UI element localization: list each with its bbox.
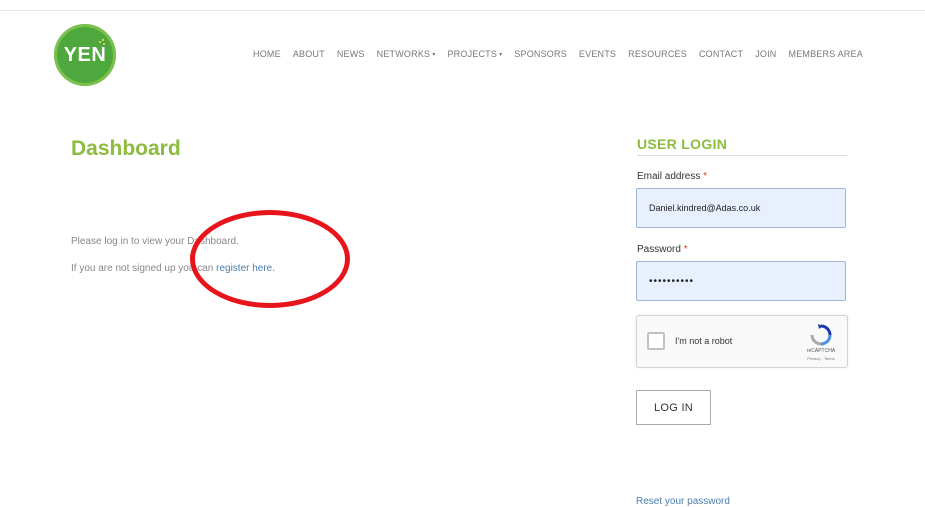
nav-item-label: MEMBERS AREA xyxy=(788,49,863,59)
nav-item-projects[interactable]: PROJECTS ▾ xyxy=(447,49,502,59)
login-prompt-text: Please log in to view your Dashboard. xyxy=(71,236,239,247)
nav-item-label: NEWS xyxy=(336,49,365,59)
register-link[interactable]: register here. xyxy=(216,263,275,274)
email-required-marker: * xyxy=(703,171,708,182)
header-divider xyxy=(0,10,925,11)
nav-item-members-area[interactable]: MEMBERS AREA xyxy=(789,49,863,59)
logo-sparkle-icon xyxy=(99,39,105,45)
nav-item-label: ABOUT xyxy=(292,49,325,59)
password-field[interactable] xyxy=(636,261,846,301)
nav-item-label: NETWORKS xyxy=(376,49,431,59)
nav-item-about[interactable]: ABOUT xyxy=(293,49,325,59)
nav-item-join[interactable]: JOIN xyxy=(755,49,776,59)
nav-item-resources[interactable]: RESOURCES xyxy=(628,49,687,59)
signup-prompt-text: If you are not signed up you can registe… xyxy=(71,263,275,274)
nav-item-label: RESOURCES xyxy=(628,49,687,59)
email-field[interactable] xyxy=(636,188,846,228)
logo-text: YEN xyxy=(63,43,107,66)
nav-item-label: SPONSORS xyxy=(514,49,567,59)
main-nav: HOME ABOUT NEWS NETWORKS ▾ PROJECTS ▾ SPONSORS E… xyxy=(253,49,863,59)
reset-password-link[interactable]: Reset your password xyxy=(636,496,730,507)
password-label-text: Password xyxy=(637,244,681,255)
password-label: Password * xyxy=(637,244,688,255)
nav-item-sponsors[interactable]: SPONSORS xyxy=(514,49,567,59)
email-label: Email address * xyxy=(637,171,707,182)
email-label-text: Email address xyxy=(637,171,701,182)
recaptcha-brand: reCAPTCHA xyxy=(806,348,836,354)
recaptcha-label: I'm not a robot xyxy=(675,336,733,346)
nav-item-events[interactable]: EVENTS xyxy=(579,49,616,59)
nav-item-label: PROJECTS xyxy=(447,49,498,59)
password-required-marker: * xyxy=(683,244,688,255)
recaptcha-checkbox[interactable] xyxy=(647,332,665,350)
nav-item-label: CONTACT xyxy=(698,49,744,59)
recaptcha-terms-link[interactable]: Privacy - Terms xyxy=(801,356,841,361)
nav-item-news[interactable]: NEWS xyxy=(337,49,365,59)
login-button[interactable]: LOG IN xyxy=(636,390,711,425)
nav-item-home[interactable]: HOME xyxy=(253,49,281,59)
user-login-heading: USER LOGIN xyxy=(637,136,847,156)
recaptcha-logo-icon xyxy=(810,324,832,346)
annotation-circle xyxy=(190,210,350,308)
recaptcha-widget: I'm not a robot reCAPTCHA Privacy - Term… xyxy=(636,315,848,368)
nav-item-networks[interactable]: NETWORKS ▾ xyxy=(377,49,436,59)
page-title: Dashboard xyxy=(71,137,181,160)
yen-logo[interactable]: YEN xyxy=(54,24,116,86)
nav-item-label: JOIN xyxy=(755,49,777,59)
nav-item-label: EVENTS xyxy=(578,49,617,59)
signup-prompt-prefix: If you are not signed up you can xyxy=(71,263,217,274)
chevron-down-icon: ▾ xyxy=(499,52,503,58)
chevron-down-icon: ▾ xyxy=(432,52,436,58)
nav-item-label: HOME xyxy=(253,49,281,59)
nav-item-contact[interactable]: CONTACT xyxy=(699,49,743,59)
